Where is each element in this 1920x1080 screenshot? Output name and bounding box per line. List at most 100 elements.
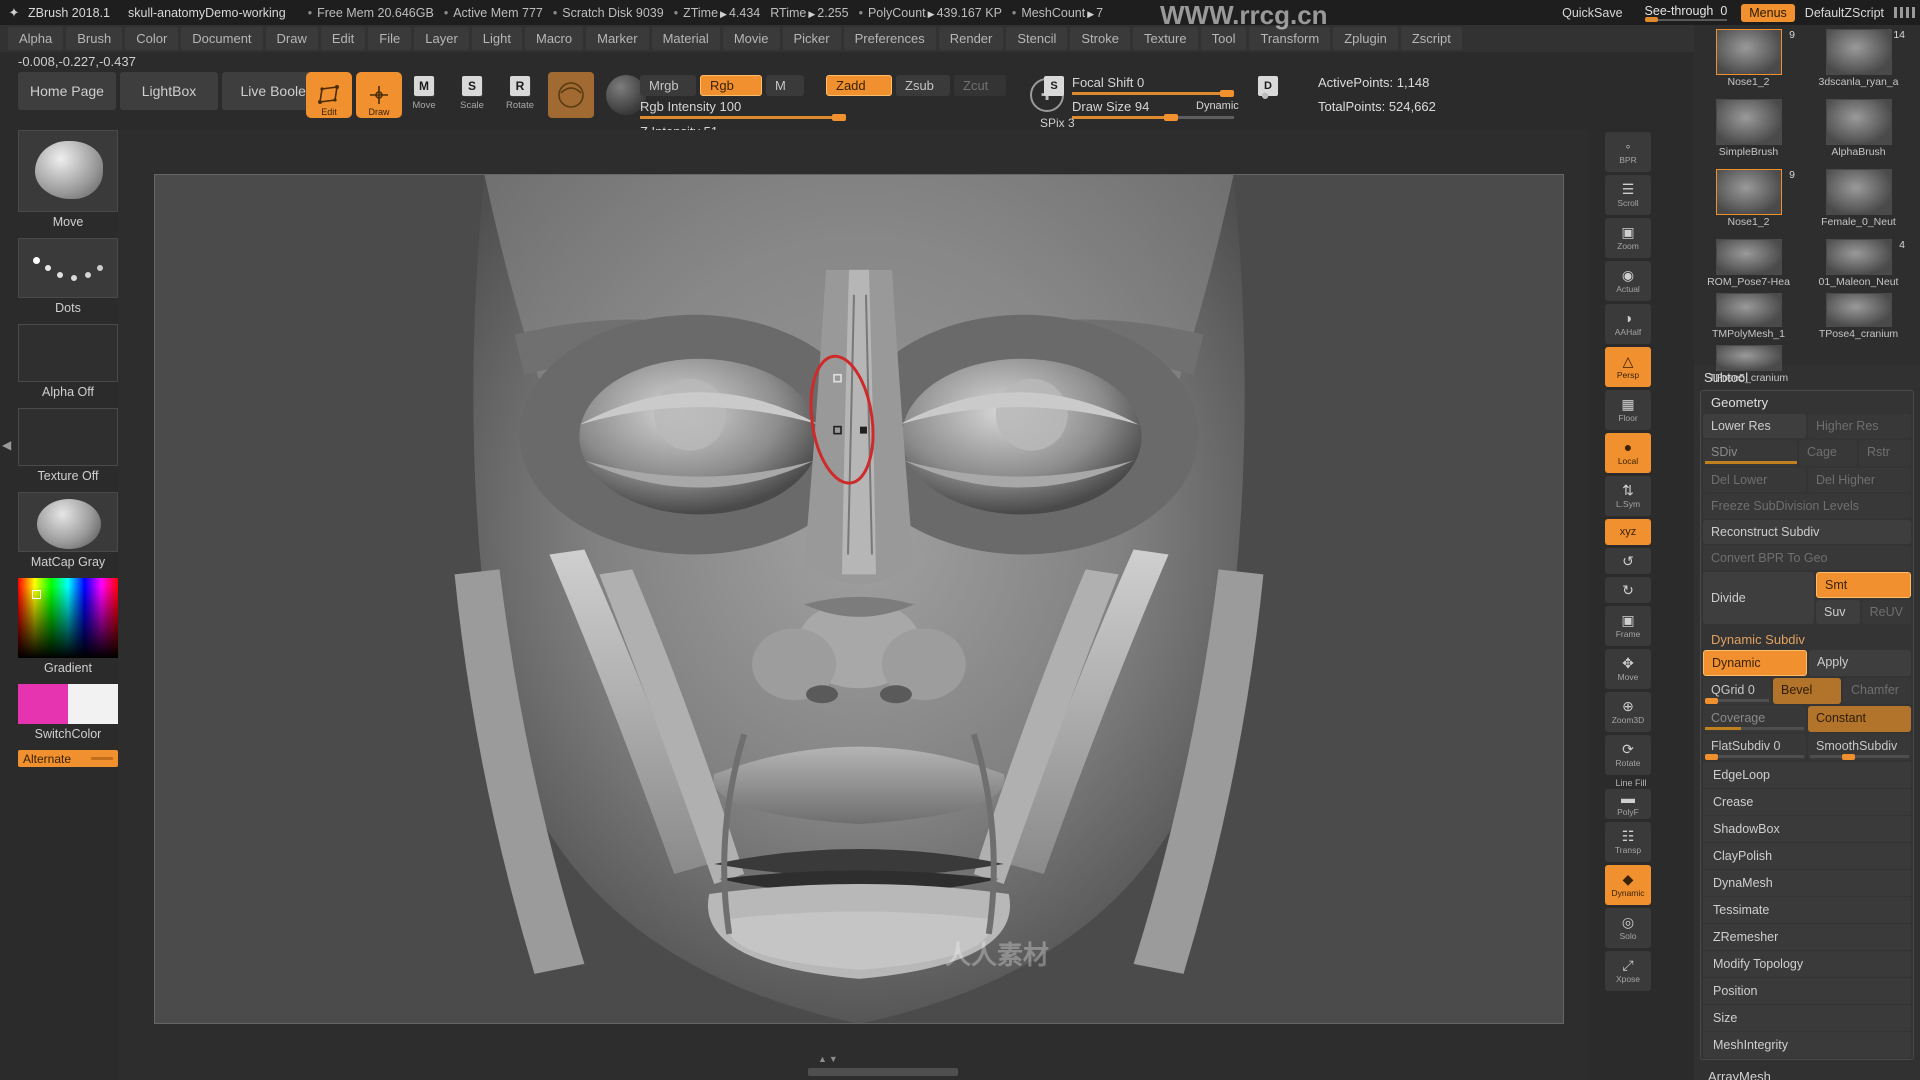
rail-button-dynamic[interactable]: ◆ Dynamic [1605, 865, 1651, 905]
menu-item-zplugin[interactable]: Zplugin [1333, 27, 1398, 50]
color-picker-cursor[interactable] [32, 590, 41, 599]
reconstruct-subdiv-button[interactable]: Reconstruct Subdiv [1703, 520, 1911, 544]
current-alpha-slot[interactable]: Alpha Off [18, 324, 118, 403]
rail-button-frame[interactable]: ▣ Frame [1605, 606, 1651, 646]
tool-thumb-image[interactable] [1715, 345, 1782, 371]
rail-button-rotate[interactable]: ⟳ Rotate [1605, 735, 1651, 775]
rail-button-polyf[interactable]: ▬ PolyF [1605, 789, 1651, 819]
tool-thumb-nose1-2-a[interactable]: 9 Nose1_2 [1696, 29, 1801, 95]
rgb-intensity-slider[interactable]: Rgb Intensity 100 [640, 99, 846, 121]
menu-item-edit[interactable]: Edit [320, 27, 366, 50]
quicksave-button[interactable]: QuickSave [1562, 6, 1622, 20]
tool-thumb-simplebrush[interactable]: SimpleBrush [1696, 99, 1801, 165]
tool-thumb-image[interactable] [1715, 29, 1782, 75]
reuv-toggle[interactable]: ReUV [1861, 600, 1911, 624]
menu-item-light[interactable]: Light [471, 27, 522, 50]
tool-thumb-3dscanla[interactable]: 14 3dscanla_ryan_a [1806, 29, 1911, 95]
restore-icon[interactable] [1900, 7, 1903, 18]
tool-thumb-image[interactable] [1715, 239, 1782, 275]
claypolish-button[interactable]: ClayPolish [1703, 843, 1911, 869]
alternate-button[interactable]: Alternate [18, 750, 118, 767]
see-through-knob[interactable] [1644, 17, 1658, 22]
shelf-collapse-arrow-icon[interactable]: ◀ [2, 438, 11, 452]
smoothsubdiv-slider[interactable]: SmoothSubdiv [1808, 734, 1911, 760]
rail-button-solo[interactable]: ◎ Solo [1605, 908, 1651, 948]
maximize-icon[interactable] [1906, 7, 1909, 18]
menu-item-zscript[interactable]: Zscript [1400, 27, 1462, 50]
tool-thumb-image[interactable] [1825, 239, 1892, 275]
menu-item-layer[interactable]: Layer [414, 27, 469, 50]
tool-thumb-tpose4-cranium[interactable]: TPose4_cranium [1806, 293, 1911, 359]
edit-button[interactable]: Edit [306, 72, 352, 118]
default-zscript-label[interactable]: DefaultZScript [1805, 6, 1884, 20]
tessimate-button[interactable]: Tessimate [1703, 897, 1911, 923]
menu-item-marker[interactable]: Marker [586, 27, 649, 50]
rail-button-zoom3d[interactable]: ⊕ Zoom3D [1605, 692, 1651, 732]
zremesher-button[interactable]: ZRemesher [1703, 924, 1911, 950]
rgb-toggle[interactable]: Rgb [700, 75, 762, 96]
current-material-swatch[interactable] [548, 72, 594, 118]
rail-button-local[interactable]: ● Local [1605, 433, 1651, 473]
smt-toggle[interactable]: Smt [1816, 572, 1911, 598]
menu-item-stroke[interactable]: Stroke [1070, 27, 1130, 50]
apply-button[interactable]: Apply [1809, 650, 1911, 676]
shadowbox-button[interactable]: ShadowBox [1703, 816, 1911, 842]
canvas-area[interactable]: 人人素材 ▲▼ [118, 130, 1588, 1080]
lower-res-button[interactable]: Lower Res [1703, 414, 1806, 438]
alpha-thumbnail[interactable] [18, 324, 118, 382]
dynamesh-button[interactable]: DynaMesh [1703, 870, 1911, 896]
viewport-3d[interactable]: 人人素材 [154, 174, 1564, 1024]
chamfer-button[interactable]: Chamfer [1843, 678, 1911, 704]
menu-item-macro[interactable]: Macro [524, 27, 584, 50]
dynamic-mode-icon[interactable]: ● [1248, 78, 1282, 112]
rail-button-redo[interactable]: ↻ [1605, 577, 1651, 603]
tool-thumb-alphabrush[interactable]: AlphaBrush [1806, 99, 1911, 165]
draw-button[interactable]: Draw [356, 72, 402, 118]
dynamic-label[interactable]: Dynamic [1196, 100, 1239, 112]
sdiv-slider[interactable]: SDiv [1703, 440, 1798, 466]
tool-thumb-image[interactable] [1825, 293, 1892, 327]
current-stroke-slot[interactable]: Dots [18, 238, 118, 319]
rail-button-zoom[interactable]: ▣ Zoom [1605, 218, 1651, 258]
tool-thumb-nose1-2-b[interactable]: 9 Nose1_2 [1696, 169, 1801, 235]
menu-item-movie[interactable]: Movie [722, 27, 780, 50]
rail-button-xyz[interactable]: xyz [1605, 519, 1651, 545]
zcut-toggle[interactable]: Zcut [954, 75, 1006, 96]
rail-button-move[interactable]: ✥ Move [1605, 649, 1651, 689]
brush-thumbnail[interactable] [18, 130, 118, 212]
constant-button[interactable]: Constant [1808, 706, 1911, 732]
menu-item-alpha[interactable]: Alpha [8, 27, 64, 50]
arraymesh-section[interactable]: ArrayMesh [1702, 1064, 1912, 1080]
edgeloop-button[interactable]: EdgeLoop [1703, 762, 1911, 788]
tool-thumbnail-grid[interactable]: 9 Nose1_2 14 3dscanla_ryan_a SimpleBrush A… [1694, 25, 1920, 384]
rail-button-bpr[interactable]: ◦ BPR [1605, 132, 1651, 172]
switch-color-swatches[interactable] [18, 684, 118, 724]
primary-color-swatch[interactable] [18, 684, 68, 724]
flatsubdiv-slider[interactable]: FlatSubdiv 0 [1703, 734, 1806, 760]
move-button[interactable]: M Move [404, 76, 444, 118]
zsub-toggle[interactable]: Zsub [896, 75, 950, 96]
tool-thumb-image[interactable] [1715, 99, 1782, 145]
lightbox-button[interactable]: LightBox [120, 72, 218, 110]
menus-button[interactable]: Menus [1741, 3, 1795, 22]
rail-button-persp[interactable]: △ Persp [1605, 347, 1651, 387]
tool-thumb-image[interactable] [1715, 293, 1782, 327]
menu-item-document[interactable]: Document [181, 27, 263, 50]
scrollbar-thumb[interactable] [808, 1068, 958, 1076]
home-page-button[interactable]: Home Page [18, 72, 116, 110]
del-lower-button[interactable]: Del Lower [1703, 468, 1806, 492]
menu-item-transform[interactable]: Transform [1249, 27, 1331, 50]
suv-toggle[interactable]: Suv [1816, 600, 1860, 624]
switch-color-slot[interactable]: SwitchColor [18, 684, 118, 745]
position-button[interactable]: Position [1703, 978, 1911, 1004]
minimize-icon[interactable] [1894, 7, 1897, 18]
size-button[interactable]: Size [1703, 1005, 1911, 1031]
rail-button-undo[interactable]: ↺ [1605, 548, 1651, 574]
mrgb-toggle[interactable]: Mrgb [640, 75, 696, 96]
tool-thumb-tpose5-cranium[interactable]: TPose5_cranium [1696, 345, 1801, 411]
rail-button-scroll[interactable]: ☰ Scroll [1605, 175, 1651, 215]
tool-thumb-image[interactable] [1715, 169, 1782, 215]
focal-shift-slider[interactable]: Focal Shift 0 [1072, 75, 1234, 97]
menu-item-stencil[interactable]: Stencil [1006, 27, 1068, 50]
rail-button-floor[interactable]: ▦ Floor [1605, 390, 1651, 430]
